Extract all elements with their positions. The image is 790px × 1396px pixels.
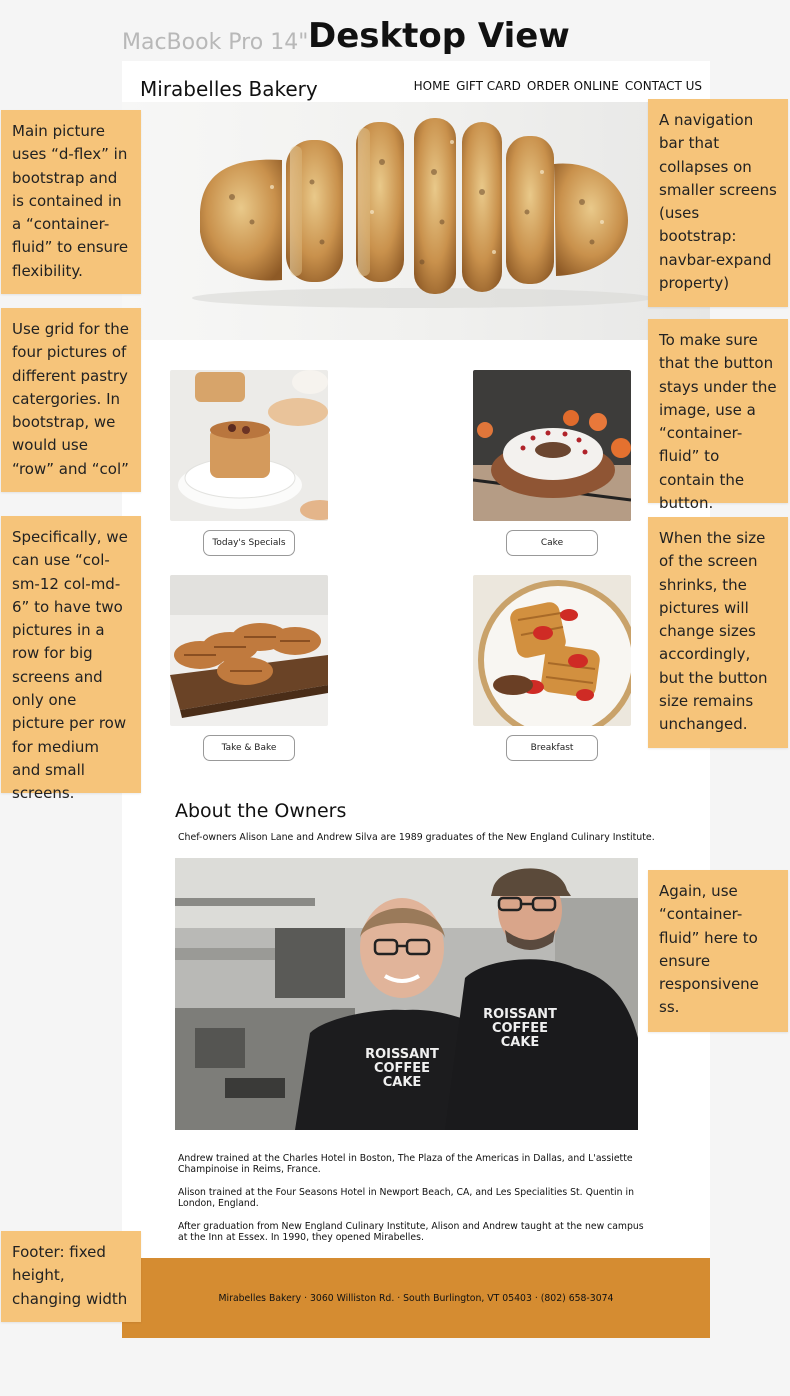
owners-photo: ROISSANT COFFEE CAKE ROISSANT COFFEE CAK… <box>175 858 638 1130</box>
about-paragraph-history: After graduation from New England Culina… <box>178 1221 644 1243</box>
nav-contact-us[interactable]: CONTACT US <box>625 79 702 93</box>
view-title: Desktop View <box>308 16 570 56</box>
cake-image <box>473 370 631 521</box>
navbar: HOME GIFT CARD ORDER ONLINE CONTACT US <box>414 79 702 93</box>
today-specials-button[interactable]: Today's Specials <box>203 530 295 556</box>
shirt-line-3-man: CAKE <box>501 1035 540 1050</box>
device-frame-label: MacBook Pro 14" <box>122 30 309 55</box>
about-intro: Chef-owners Alison Lane and Andrew Silva… <box>178 832 655 843</box>
brand-logo[interactable]: Mirabelles Bakery <box>140 77 318 101</box>
note-footer: Footer: fixed height, changing width <box>1 1231 141 1322</box>
nav-order-online[interactable]: ORDER ONLINE <box>527 79 619 93</box>
note-column-classes: Specifically, we can use “col-sm-12 col-… <box>1 516 141 802</box>
note-main-picture: Main picture uses “d-flex” in bootstrap … <box>1 110 141 294</box>
website-mockup: Mirabelles Bakery HOME GIFT CARD ORDER O… <box>122 61 710 1338</box>
note-grid: Use grid for the four pictures of differ… <box>1 308 141 492</box>
about-paragraph-andrew: Andrew trained at the Charles Hotel in B… <box>178 1153 633 1175</box>
footer-contact: Mirabelles Bakery · 3060 Williston Rd. ·… <box>218 1292 614 1304</box>
shirt-line-2: COFFEE <box>374 1061 430 1076</box>
take-and-bake-image <box>170 575 328 726</box>
note-button-container: To make sure that the button stays under… <box>648 319 788 512</box>
shirt-line-1-man: ROISSANT <box>483 1007 557 1022</box>
cake-button[interactable]: Cake <box>506 530 598 556</box>
shirt-line-3: CAKE <box>383 1075 422 1090</box>
breakfast-image <box>473 575 631 726</box>
about-title: About the Owners <box>175 800 347 822</box>
note-resizing: When the size of the screen shrinks, the… <box>648 517 788 748</box>
take-and-bake-button[interactable]: Take & Bake <box>203 735 295 761</box>
breakfast-button[interactable]: Breakfast <box>506 735 598 761</box>
nav-home[interactable]: HOME <box>414 79 450 93</box>
note-navbar: A navigation bar that collapses on small… <box>648 99 788 307</box>
about-paragraph-alison: Alison trained at the Four Seasons Hotel… <box>178 1187 634 1209</box>
hero-bread-image <box>122 102 710 340</box>
shirt-line-2-man: COFFEE <box>492 1021 548 1036</box>
note-container-fluid: Again, use “container-fluid” here to ens… <box>648 870 788 1032</box>
shirt-line-1: ROISSANT <box>365 1047 439 1062</box>
today-specials-image <box>170 370 328 521</box>
nav-gift-card[interactable]: GIFT CARD <box>456 79 521 93</box>
site-footer: Mirabelles Bakery · 3060 Williston Rd. ·… <box>122 1258 710 1338</box>
